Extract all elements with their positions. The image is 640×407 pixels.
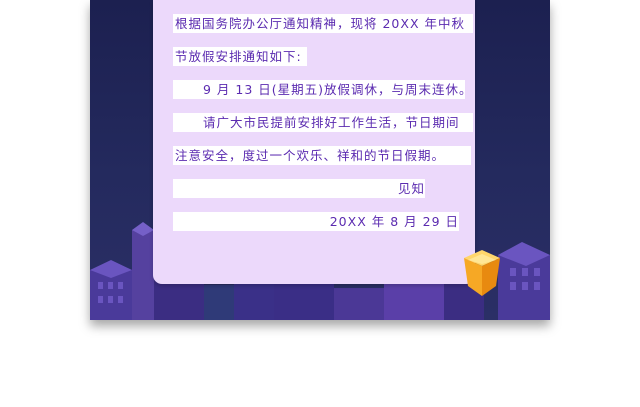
notice-date: 20XX 年 8 月 29 日	[173, 212, 459, 231]
notice-card: 根据国务院办公厅通知精神，现将 20XX 年中秋 节放假安排通知如下: 9 月 …	[153, 0, 475, 284]
notice-line-4: 请广大市民提前安排好工作生活，节日期间	[173, 113, 473, 132]
notice-line-3: 9 月 13 日(星期五)放假调休，与周末连休。	[173, 80, 465, 99]
notice-line-1: 根据国务院办公厅通知精神，现将 20XX 年中秋	[173, 14, 473, 33]
lantern-decoration	[464, 250, 500, 296]
notice-line-5: 注意安全，度过一个欢乐、祥和的节日假期。	[173, 146, 471, 165]
notice-signature: 见知	[173, 179, 425, 198]
notice-line-2: 节放假安排通知如下:	[173, 47, 307, 66]
